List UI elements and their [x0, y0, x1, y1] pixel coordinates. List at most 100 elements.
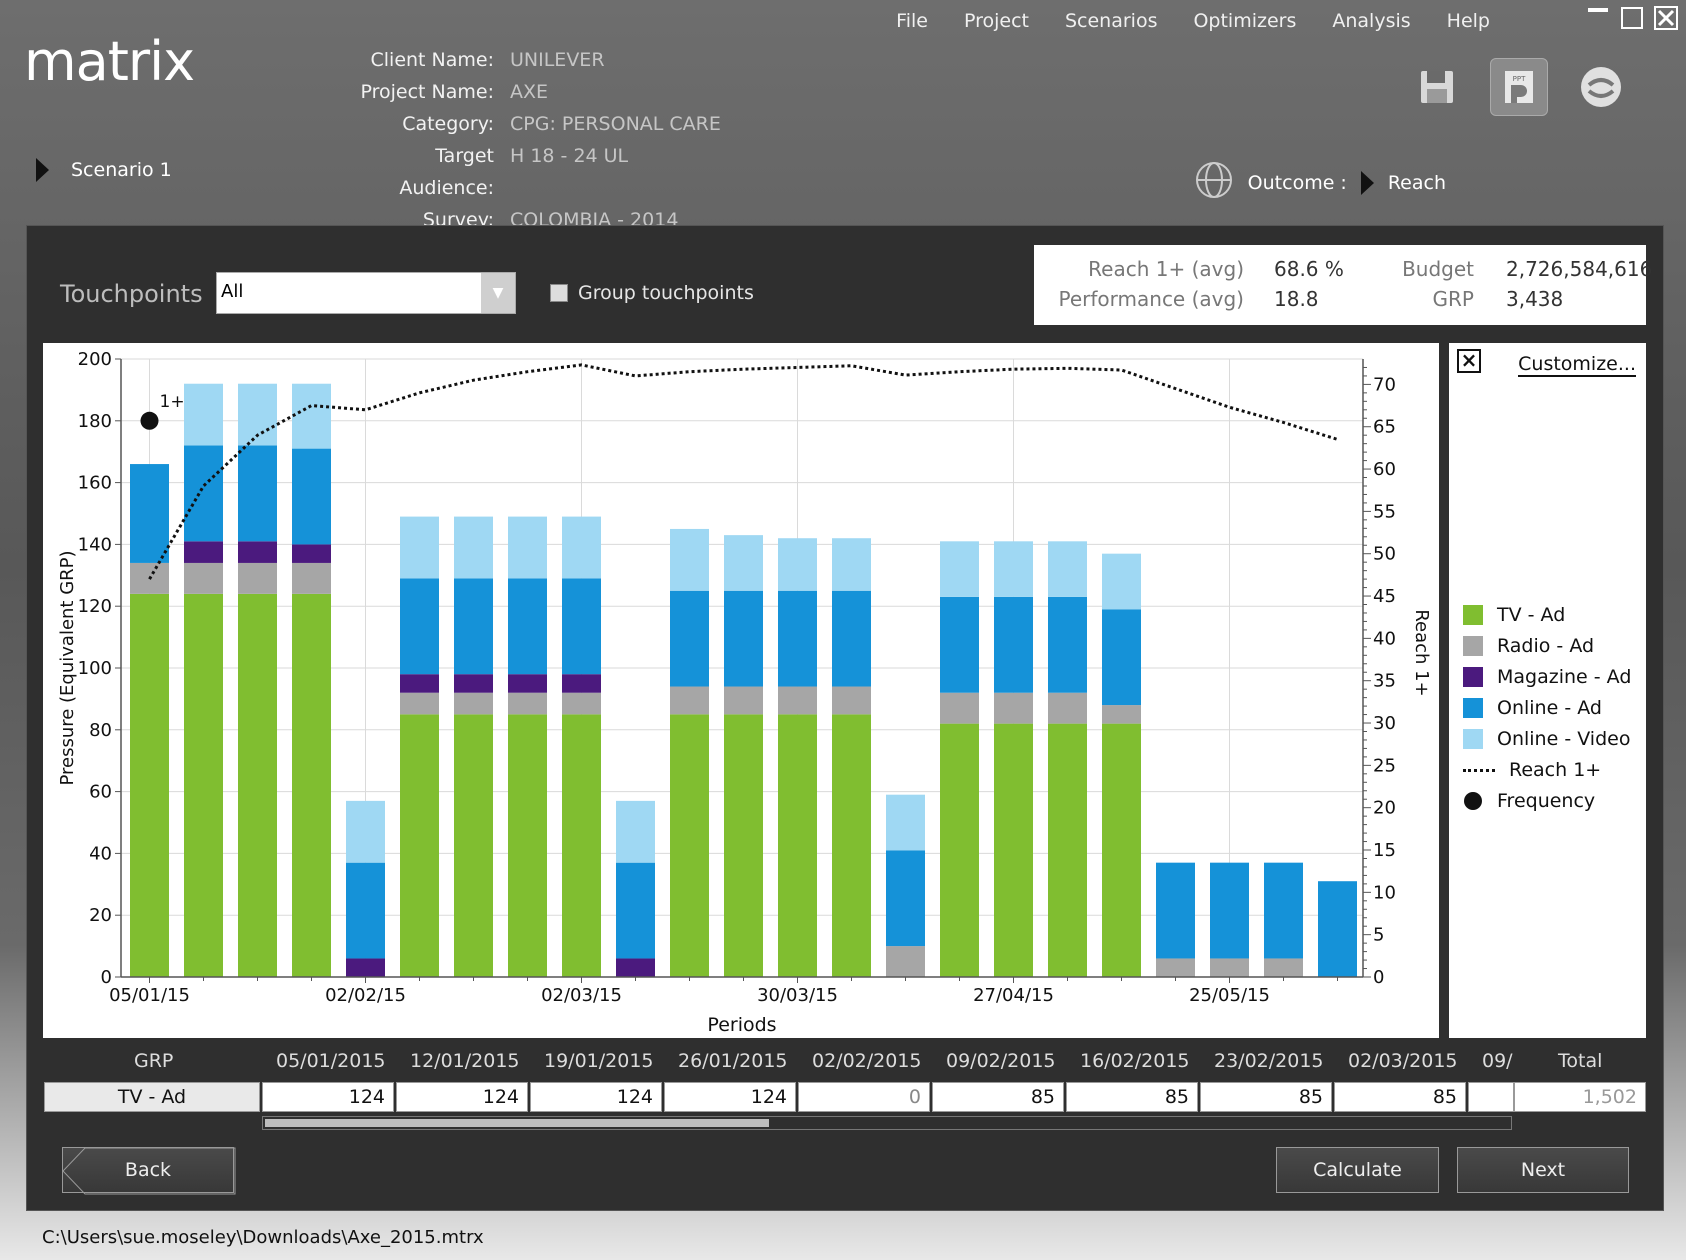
- legend-swatch: [1463, 636, 1483, 656]
- bar-segment: [616, 862, 655, 959]
- category-value: CPG: PERSONAL CARE: [510, 113, 721, 135]
- bar-segment: [184, 541, 223, 563]
- close-icon[interactable]: [1654, 6, 1678, 30]
- bar-segment: [778, 714, 817, 977]
- table-scrollbar[interactable]: [262, 1116, 1512, 1130]
- legend-swatch: [1463, 698, 1483, 718]
- bar-segment: [994, 692, 1033, 724]
- menu-optimizers[interactable]: Optimizers: [1193, 10, 1296, 32]
- project-name-label: Project Name:: [360, 81, 494, 103]
- touchpoints-dropdown[interactable]: All ▼: [216, 272, 516, 314]
- target-audience-value: H 18 - 24 UL: [510, 145, 629, 167]
- menu-scenarios[interactable]: Scenarios: [1065, 10, 1158, 32]
- bar-segment: [994, 723, 1033, 977]
- next-label: Next: [1520, 1159, 1566, 1181]
- legend-swatch: [1463, 667, 1483, 687]
- group-touchpoints-checkbox[interactable]: [550, 284, 568, 302]
- table-column-header: 02/03/2015: [1348, 1050, 1458, 1072]
- next-button[interactable]: Next: [1457, 1147, 1629, 1193]
- y2-tick-label: 45: [1373, 586, 1396, 607]
- bar-segment: [940, 692, 979, 724]
- table-cell[interactable]: 124: [664, 1082, 796, 1112]
- y2-tick-label: 30: [1373, 713, 1396, 734]
- y2-tick-label: 25: [1373, 755, 1396, 776]
- customize-link[interactable]: Customize...: [1518, 353, 1636, 377]
- table-cell[interactable]: 85: [1200, 1082, 1332, 1112]
- table-cell[interactable]: 85: [932, 1082, 1064, 1112]
- svg-text:PPT: PPT: [1513, 75, 1526, 83]
- y-tick-label: 200: [78, 349, 112, 370]
- bar-segment: [184, 562, 223, 594]
- table-total-cell: 1,502: [1514, 1082, 1646, 1112]
- table-column-header: 19/01/2015: [544, 1050, 654, 1072]
- category-label: Category:: [402, 113, 494, 135]
- bar-segment: [1210, 862, 1249, 959]
- bar-segment: [1318, 881, 1357, 977]
- table-cell[interactable]: 124: [262, 1082, 394, 1112]
- save-icon[interactable]: [1408, 58, 1466, 116]
- maximize-icon[interactable]: [1620, 6, 1644, 30]
- project-name-value: AXE: [510, 81, 549, 103]
- expand-arrow-icon: [1360, 170, 1374, 195]
- table-total-header: Total: [1558, 1050, 1603, 1072]
- legend-label: Radio - Ad: [1497, 635, 1595, 657]
- bar-segment: [1102, 553, 1141, 610]
- outcome-label: Outcome :: [1247, 171, 1347, 194]
- bar-segment: [886, 794, 925, 851]
- bar-segment: [886, 946, 925, 977]
- table-cell[interactable]: 0: [798, 1082, 930, 1112]
- table-cell[interactable]: 124: [396, 1082, 528, 1112]
- globe-icon: [1194, 160, 1234, 205]
- bar-segment: [1048, 596, 1087, 693]
- bar-segment: [238, 593, 277, 977]
- table-cell[interactable]: [1468, 1082, 1514, 1112]
- table-column-header: 09/: [1482, 1050, 1513, 1072]
- bar-segment: [292, 383, 331, 449]
- menu-project[interactable]: Project: [964, 10, 1029, 32]
- bar-segment: [346, 862, 385, 959]
- legend-label: Online - Ad: [1497, 697, 1602, 719]
- chart-legend: × Customize... TV - Ad Radio - Ad Magazine…: [1449, 343, 1646, 1038]
- project-info: Client Name: UNILEVER Project Name: AXE Ca…: [340, 44, 721, 236]
- legend-item: Online - Ad: [1463, 697, 1602, 719]
- bar-segment: [616, 958, 655, 977]
- frequency-marker: [140, 411, 159, 430]
- scrollbar-thumb[interactable]: [265, 1119, 769, 1127]
- refresh-icon[interactable]: [1572, 58, 1630, 116]
- y-tick-label: 40: [89, 843, 112, 864]
- group-touchpoints-toggle[interactable]: Group touchpoints: [550, 282, 754, 304]
- bar-segment: [832, 686, 871, 715]
- close-legend-icon[interactable]: ×: [1457, 349, 1481, 373]
- back-button[interactable]: Back: [62, 1147, 236, 1195]
- menu-file[interactable]: File: [896, 10, 928, 32]
- table-cell[interactable]: 124: [530, 1082, 662, 1112]
- app-logo: matrix: [24, 30, 195, 93]
- y2-tick-label: 60: [1373, 459, 1396, 480]
- bar-segment: [346, 958, 385, 977]
- menu-help[interactable]: Help: [1447, 10, 1490, 32]
- table-column-header: 02/02/2015: [812, 1050, 922, 1072]
- powerpoint-icon[interactable]: PPT: [1490, 58, 1548, 116]
- bar-segment: [670, 528, 709, 591]
- x-tick-label: 02/02/15: [325, 985, 406, 1006]
- table-cell[interactable]: 85: [1066, 1082, 1198, 1112]
- minimize-icon[interactable]: [1586, 6, 1610, 30]
- bar-segment: [832, 714, 871, 977]
- bar-segment: [724, 714, 763, 977]
- scenario-selector[interactable]: Scenario 1: [36, 158, 172, 182]
- bar-segment: [130, 464, 169, 563]
- legend-label: Reach 1+: [1509, 759, 1602, 781]
- legend-line-swatch: [1463, 768, 1495, 772]
- bar-segment: [400, 578, 439, 675]
- bar-segment: [724, 590, 763, 687]
- table-cell[interactable]: 85: [1334, 1082, 1466, 1112]
- bar-segment: [184, 383, 223, 446]
- outcome-selector[interactable]: Outcome : Reach: [1194, 160, 1446, 205]
- menu-analysis[interactable]: Analysis: [1332, 10, 1410, 32]
- y-tick-label: 60: [89, 782, 112, 803]
- x-tick-label: 30/03/15: [757, 985, 838, 1006]
- calculate-button[interactable]: Calculate: [1276, 1147, 1439, 1193]
- legend-swatch: [1463, 729, 1483, 749]
- legend-label: Online - Video: [1497, 728, 1631, 750]
- bar-segment: [778, 538, 817, 591]
